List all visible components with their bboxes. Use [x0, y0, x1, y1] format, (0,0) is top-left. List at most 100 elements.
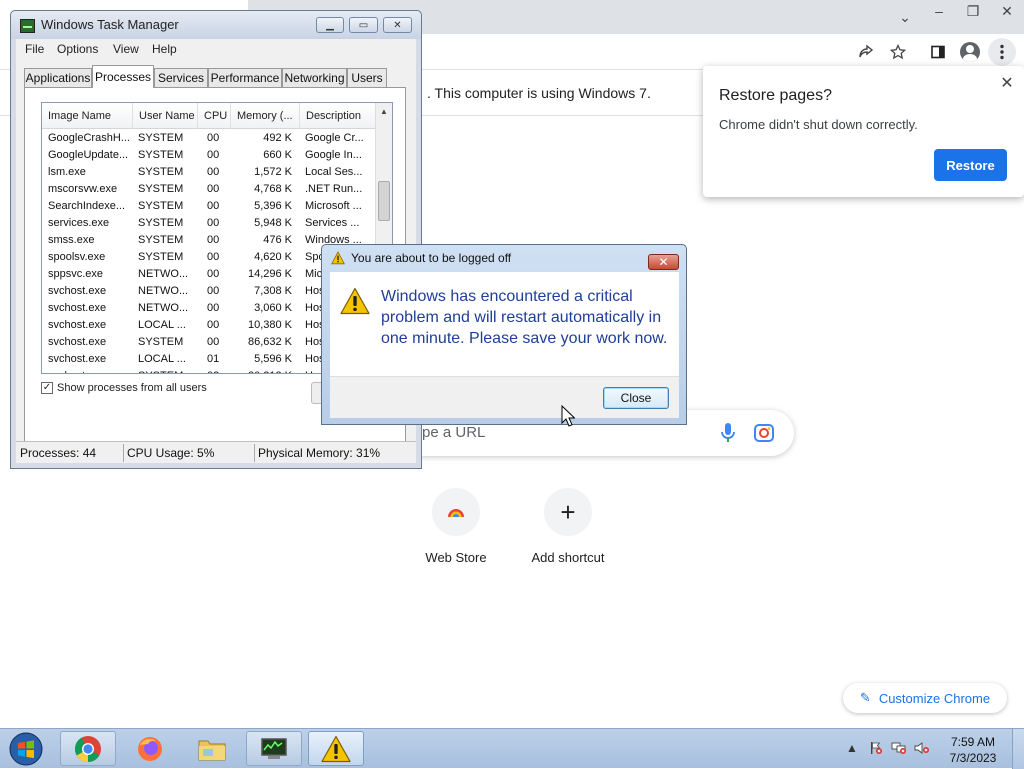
table-row[interactable]: SearchIndexe... SYSTEM 00 5,396 K Microsoft …: [42, 199, 377, 216]
shortcut-web-store[interactable]: Web Store: [400, 488, 512, 565]
table-cell: 5,396 K: [254, 200, 292, 212]
taskbar-explorer[interactable]: [184, 731, 240, 766]
scrollbar-thumb[interactable]: [378, 181, 390, 221]
shortcut-label: Web Store: [425, 550, 487, 565]
tab-networking[interactable]: Networking: [282, 68, 347, 87]
table-cell: 14,296 K: [247, 268, 292, 280]
column-image-name[interactable]: Image Name: [42, 103, 133, 129]
show-hidden-icons-chevron-icon[interactable]: ▲: [843, 739, 861, 757]
table-cell: 7,308 K: [254, 285, 292, 297]
dialog-close-button[interactable]: Close: [603, 387, 669, 409]
taskbar-firefox[interactable]: [122, 731, 178, 766]
volume-muted-icon[interactable]: [913, 739, 931, 757]
warning-icon: [340, 287, 370, 315]
table-cell: 01: [207, 353, 220, 365]
action-center-flag-icon[interactable]: [867, 739, 885, 757]
side-panel-icon[interactable]: [924, 38, 952, 66]
column-memory[interactable]: Memory (...: [231, 103, 300, 129]
restore-title: Restore pages?: [719, 87, 832, 104]
close-icon[interactable]: ✕: [998, 74, 1016, 92]
table-cell: 00: [207, 183, 220, 195]
maximize-icon[interactable]: ▭: [349, 17, 378, 33]
restore-button[interactable]: Restore: [934, 149, 1007, 181]
mouse-cursor-icon: [561, 405, 575, 427]
network-icon[interactable]: [890, 739, 908, 757]
table-cell: SYSTEM: [138, 234, 184, 246]
google-lens-icon[interactable]: [753, 422, 775, 444]
table-cell: mscorsvw.exe: [48, 183, 118, 195]
table-row[interactable]: lsm.exe SYSTEM 00 1,572 K Local Ses...: [42, 165, 377, 182]
show-all-users-row[interactable]: ✓ Show processes from all users: [41, 382, 207, 394]
tab-users[interactable]: Users: [347, 68, 387, 87]
process-list-header: Image Name User Name CPU Memory (... Des…: [42, 103, 377, 129]
customize-chrome-button[interactable]: ✎ Customize Chrome: [843, 683, 1007, 713]
task-manager-titlebar[interactable]: Windows Task Manager ▁ ▭ ✕: [11, 11, 421, 39]
customize-label: Customize Chrome: [878, 690, 991, 706]
dialog-content: Windows has encountered a critical probl…: [330, 272, 679, 376]
taskbar-task-manager[interactable]: [246, 731, 302, 766]
close-icon[interactable]: ✕: [648, 254, 679, 270]
table-cell: SearchIndexe...: [48, 200, 126, 212]
column-user-name[interactable]: User Name: [133, 103, 198, 129]
chrome-menu-icon[interactable]: [988, 38, 1016, 66]
tab-search-chevron-icon[interactable]: ⌄: [894, 6, 916, 28]
column-cpu[interactable]: CPU: [198, 103, 231, 129]
column-description[interactable]: Description: [300, 103, 377, 129]
taskbar-clock[interactable]: 7:59 AM 7/3/2023: [943, 734, 1003, 766]
menu-options[interactable]: Options: [57, 42, 98, 56]
shortcut-label: Add shortcut: [531, 550, 605, 565]
infobar-text: . This computer is using Windows 7.: [427, 85, 651, 101]
table-cell: 02: [207, 370, 229, 373]
table-cell: 4,768 K: [254, 183, 292, 195]
restore-message: Chrome didn't shut down correctly.: [719, 117, 918, 132]
table-row[interactable]: services.exe SYSTEM 00 5,948 K Services ...: [42, 216, 377, 233]
menu-view[interactable]: View: [113, 42, 139, 56]
scroll-up-arrow-icon[interactable]: ▲: [376, 103, 392, 119]
table-cell: 00: [207, 268, 220, 280]
dialog-titlebar[interactable]: You are about to be logged off ✕: [322, 245, 686, 271]
task-manager-menubar: File Options View Help: [16, 39, 416, 60]
table-cell: Services ...: [305, 217, 360, 229]
profile-avatar-icon[interactable]: [956, 38, 984, 66]
table-cell: lsm.exe: [48, 166, 86, 178]
tab-performance[interactable]: Performance: [208, 68, 282, 87]
table-cell: 5,948 K: [254, 217, 292, 229]
table-cell: 00: [207, 336, 220, 348]
table-cell: 492 K: [263, 132, 292, 144]
folder-icon: [198, 740, 226, 760]
close-icon[interactable]: ✕: [990, 0, 1024, 22]
share-icon[interactable]: [852, 38, 880, 66]
menu-file[interactable]: File: [25, 42, 44, 56]
table-row[interactable]: GoogleUpdate... SYSTEM 00 660 K Google In...: [42, 148, 377, 165]
menu-help[interactable]: Help: [152, 42, 177, 56]
show-all-users-checkbox[interactable]: ✓: [41, 382, 53, 394]
table-cell: SYSTEM: [138, 149, 184, 161]
table-cell: svchost.exe: [48, 336, 107, 348]
minimize-icon[interactable]: –: [922, 0, 956, 22]
table-cell: Google In...: [305, 149, 362, 161]
table-cell: SYSTEM: [138, 166, 184, 178]
tab-processes[interactable]: Processes: [92, 65, 154, 88]
table-cell: 00: [207, 200, 220, 212]
tab-applications[interactable]: Applications: [24, 68, 92, 87]
status-processes: Processes: 44: [20, 446, 97, 460]
voice-search-mic-icon[interactable]: [718, 422, 738, 444]
tab-services[interactable]: Services: [154, 68, 208, 87]
system-tray: ▲: [843, 735, 943, 763]
task-manager-icon: [20, 19, 35, 33]
taskbar-chrome[interactable]: [60, 731, 116, 766]
table-cell: SYSTEM: [138, 132, 184, 144]
bookmark-star-icon[interactable]: [884, 38, 912, 66]
table-row[interactable]: GoogleCrashH... SYSTEM 00 492 K Google Cr...: [42, 131, 377, 148]
show-desktop-button[interactable]: [1012, 729, 1024, 769]
start-button[interactable]: [6, 731, 46, 767]
restore-icon[interactable]: ❐: [956, 0, 990, 22]
shortcut-add[interactable]: + Add shortcut: [512, 488, 624, 565]
chrome-icon: [74, 735, 101, 762]
status-cpu: CPU Usage: 5%: [127, 446, 215, 460]
taskbar-logoff-warning[interactable]: [308, 731, 364, 766]
close-icon[interactable]: ✕: [383, 17, 412, 33]
table-cell: Microsoft ...: [305, 200, 362, 212]
minimize-icon[interactable]: ▁: [316, 17, 344, 33]
table-row[interactable]: mscorsvw.exe SYSTEM 00 4,768 K .NET Run...: [42, 182, 377, 199]
